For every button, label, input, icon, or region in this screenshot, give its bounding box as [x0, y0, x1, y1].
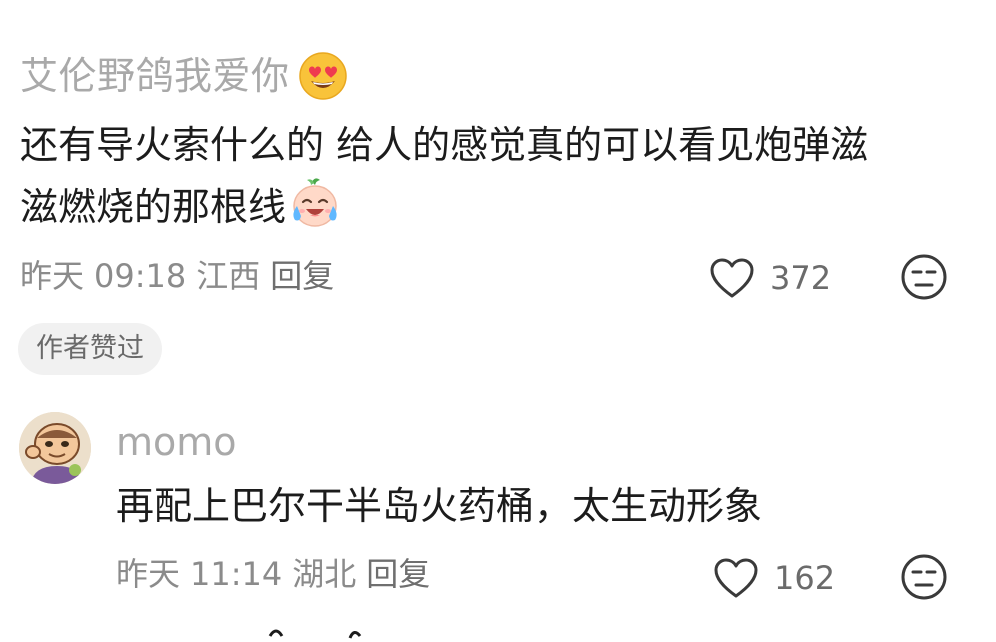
laughing-crying-emoji-icon — [293, 178, 337, 227]
comment-1-like-button[interactable]: 372 — [708, 256, 831, 300]
comment-1-meta: 昨天 09:18 江西 回复 — [20, 256, 334, 296]
comment-1-location: 江西 — [196, 257, 261, 295]
avatar[interactable] — [19, 412, 91, 484]
comment-2-username[interactable]: momo — [116, 418, 237, 466]
next-comment-cutoff — [20, 622, 420, 642]
comment-1-username[interactable]: 艾伦野鸽我爱你 — [20, 48, 290, 104]
comment-2-time: 11:14 — [190, 555, 283, 593]
comment-1-header: 艾伦野鸽我爱你 — [20, 48, 348, 104]
cutoff-text-fragment — [268, 629, 362, 639]
comment-1-reply-button[interactable]: 回复 — [270, 257, 334, 295]
comment-2-reply-button[interactable]: 回复 — [366, 555, 430, 593]
comment-2-location: 湖北 — [292, 555, 357, 593]
unamused-face-icon[interactable] — [900, 253, 948, 301]
heart-eyes-emoji-icon — [298, 52, 347, 100]
cartoon-avatar-icon — [19, 412, 91, 484]
heart-outline-icon — [714, 558, 758, 598]
comment-1-like-count: 372 — [770, 259, 832, 297]
comment-2-text: 再配上巴尔干半岛火药桶，太生动形象 — [116, 484, 763, 528]
comment-2-date: 昨天 — [116, 555, 181, 593]
author-liked-badge: 作者赞过 — [18, 323, 162, 375]
comment-1-date: 昨天 — [20, 257, 85, 295]
comment-1-text: 还有导火索什么的 给人的感觉真的可以看见炮弹滋 滋燃烧的那根线 — [20, 114, 960, 238]
comment-2-meta: 昨天 11:14 湖北 回复 — [116, 554, 430, 594]
comment-2-like-count: 162 — [774, 559, 836, 597]
comment-1-text-line2: 滋燃烧的那根线 — [20, 185, 287, 229]
comment-1-text-line1: 还有导火索什么的 给人的感觉真的可以看见炮弹滋 — [20, 123, 869, 167]
comment-2-like-button[interactable]: 162 — [712, 556, 835, 600]
unamused-face-icon[interactable] — [900, 553, 948, 601]
comment-1-time: 09:18 — [94, 257, 187, 295]
heart-outline-icon — [710, 258, 754, 298]
